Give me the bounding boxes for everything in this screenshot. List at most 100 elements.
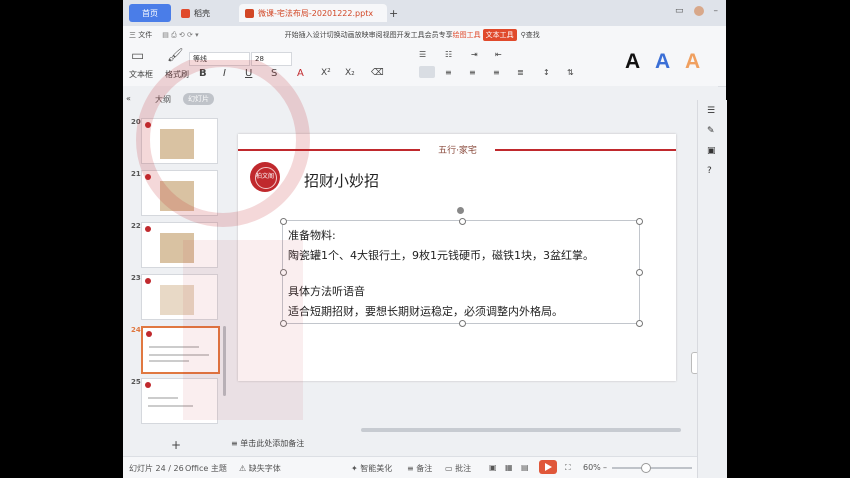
resize-handle[interactable] — [459, 320, 466, 327]
notes-toggle[interactable]: ≡ 备注 — [407, 463, 432, 474]
notes-placeholder[interactable]: ≡ 单击此处添加备注 — [231, 438, 304, 449]
align-left-icon[interactable] — [419, 66, 435, 78]
thumbnail-scrollbar[interactable] — [223, 326, 226, 396]
format-brush-icon[interactable]: 🖌 — [167, 48, 184, 63]
resize-handle[interactable] — [636, 218, 643, 225]
bullet-list-icon[interactable]: ☰ — [419, 50, 426, 59]
clear-format-icon[interactable]: ⌫ — [371, 68, 384, 78]
file-menu[interactable]: 三 文件 — [129, 30, 152, 40]
align-right-icon[interactable]: ≡ — [469, 68, 476, 77]
text-style-orange[interactable]: A — [685, 50, 700, 74]
current-slide[interactable]: 五行·家宅 柏文阁 招财小妙招 准备物料: 陶瓷罐1个、4大银行土，9枚1元钱硬… — [238, 134, 676, 381]
resize-handle[interactable] — [280, 269, 287, 276]
line-spacing-icon[interactable]: ↕ — [543, 68, 550, 77]
minimize-icon[interactable]: – — [714, 6, 719, 16]
reading-view-icon[interactable]: ▤ — [521, 463, 529, 472]
ribbon-toolbar: ▭ 文本框 🖌 格式刷 等线 28 B I U S A X² X₂ ⌫ ≡ ≡ … — [123, 44, 726, 87]
zoom-slider[interactable] — [612, 467, 692, 469]
superscript-icon[interactable]: X² — [321, 68, 331, 78]
tab-daoke[interactable]: 稻壳 — [175, 4, 241, 22]
avatar[interactable] — [693, 6, 704, 16]
slide-thumbnail-21[interactable] — [141, 170, 218, 216]
slide-title[interactable]: 招财小妙招 — [304, 170, 379, 191]
pin-icon[interactable]: ✎ — [707, 126, 715, 136]
properties-icon[interactable]: ☰ — [707, 106, 715, 116]
strikethrough-icon[interactable]: S — [271, 68, 277, 79]
underline-icon[interactable]: U — [245, 68, 252, 79]
ribbon-tabs[interactable]: 开始插入设计切换动画放映审阅视图 — [285, 30, 397, 40]
window-controls: ▭ – — [675, 6, 718, 16]
quick-access-icons[interactable]: ▤ ⎙ ⟲ ⟳ ▾ — [162, 31, 198, 40]
restore-icon[interactable]: ▭ — [675, 6, 684, 16]
text-direction-icon[interactable]: ⇅ — [567, 68, 574, 77]
comments-toggle[interactable]: ▭ 批注 — [445, 463, 471, 474]
slide-number: 24 — [131, 326, 141, 334]
new-tab-icon[interactable]: + — [389, 7, 398, 20]
distribute-icon[interactable]: ≣ — [517, 68, 524, 77]
zoom-out-icon[interactable]: – — [603, 463, 607, 472]
warning-icon: ⚠ — [239, 464, 249, 473]
resize-handle[interactable] — [280, 218, 287, 225]
title-bar: 首页 稻壳 微课-宅法布局-20201222.pptx + ▭ – — [123, 0, 726, 26]
vip-tab[interactable]: 会员专享 — [425, 30, 453, 40]
rotate-handle-icon[interactable] — [457, 207, 464, 214]
drawing-tools-tab[interactable]: 绘图工具 — [453, 30, 481, 40]
wps-presentation-window: 首页 稻壳 微课-宅法布局-20201222.pptx + ▭ – 三 文件 ▤… — [123, 0, 726, 478]
resize-handle[interactable] — [636, 320, 643, 327]
comments-label: 批注 — [455, 464, 472, 473]
text-line: 准备物料: — [288, 229, 336, 242]
zoom-level[interactable]: 60% — [583, 463, 601, 472]
font-size-select[interactable]: 28 — [251, 52, 292, 66]
text-tools-tab[interactable]: 文本工具 — [482, 29, 517, 41]
text-style-black[interactable]: A — [625, 50, 640, 74]
bold-icon[interactable]: B — [199, 68, 207, 79]
normal-view-icon[interactable]: ▣ — [489, 463, 497, 472]
collapse-panel-icon[interactable]: « — [126, 94, 131, 103]
subscript-icon[interactable]: X₂ — [345, 68, 355, 78]
fit-window-icon[interactable]: ⛶ — [565, 463, 571, 473]
panel-icon[interactable]: ▣ — [707, 146, 716, 156]
slide-thumbnail-22[interactable] — [141, 222, 218, 268]
italic-icon[interactable]: I — [223, 68, 226, 79]
right-sidebar: ☰ ✎ ▣ ? — [697, 100, 727, 478]
text-style-blue[interactable]: A — [655, 50, 670, 74]
status-bar: 幻灯片 24 / 26 Office 主题 ⚠ 缺失字体 ✦ 智能美化 ≡ 备注… — [123, 456, 726, 478]
tab-home[interactable]: 首页 — [129, 4, 171, 22]
slide-number: 25 — [131, 378, 141, 386]
dev-tools-tab[interactable]: 开发工具 — [397, 30, 425, 40]
smart-beautify-button[interactable]: ✦ 智能美化 — [351, 463, 392, 474]
slide-thumbnail-23[interactable] — [141, 274, 218, 320]
slide-thumbnail-24[interactable] — [141, 326, 220, 374]
format-brush-button[interactable]: 格式刷 — [165, 69, 189, 80]
outline-tab[interactable]: 大纲 — [155, 94, 171, 105]
missing-font-button[interactable]: ⚠ 缺失字体 — [239, 463, 281, 474]
resize-handle[interactable] — [459, 218, 466, 225]
outdent-icon[interactable]: ⇤ — [495, 50, 502, 59]
horizontal-scrollbar[interactable] — [361, 428, 681, 432]
font-name-select[interactable]: 等线 — [189, 52, 250, 66]
resize-handle[interactable] — [636, 269, 643, 276]
selected-textbox[interactable]: 准备物料: 陶瓷罐1个、4大银行土，9枚1元钱硬币，磁铁1块，3盆红掌。 具体方… — [280, 207, 643, 327]
sorter-view-icon[interactable]: ▦ — [505, 463, 513, 472]
numbered-list-icon[interactable]: ☷ — [445, 50, 452, 59]
indent-icon[interactable]: ⇥ — [471, 50, 478, 59]
notes-toggle-icon: ≡ — [407, 464, 417, 473]
add-slide-button[interactable]: + — [171, 438, 181, 452]
slide-thumbnail-25[interactable] — [141, 378, 218, 424]
slideshow-play-button[interactable] — [539, 460, 557, 474]
textbox-icon[interactable]: ▭ — [131, 48, 144, 64]
tab-document[interactable]: 微课-宅法布局-20201222.pptx — [239, 4, 387, 22]
seal-text: 柏文阁 — [255, 173, 274, 180]
pptx-icon — [245, 8, 254, 18]
zoom-slider-knob[interactable] — [641, 463, 651, 473]
slide-thumbnail-20[interactable] — [141, 118, 218, 164]
justify-icon[interactable]: ≡ — [493, 68, 500, 77]
tab-home-label: 首页 — [142, 8, 158, 18]
font-color-icon[interactable]: A — [297, 68, 304, 79]
resize-handle[interactable] — [280, 320, 287, 327]
align-center-icon[interactable]: ≡ — [445, 68, 452, 77]
help-icon[interactable]: ? — [707, 166, 712, 176]
textbox-button[interactable]: 文本框 — [129, 69, 153, 80]
slides-tab[interactable]: 幻灯片 — [183, 93, 214, 105]
search-box[interactable]: ⚲查找 — [521, 30, 540, 40]
